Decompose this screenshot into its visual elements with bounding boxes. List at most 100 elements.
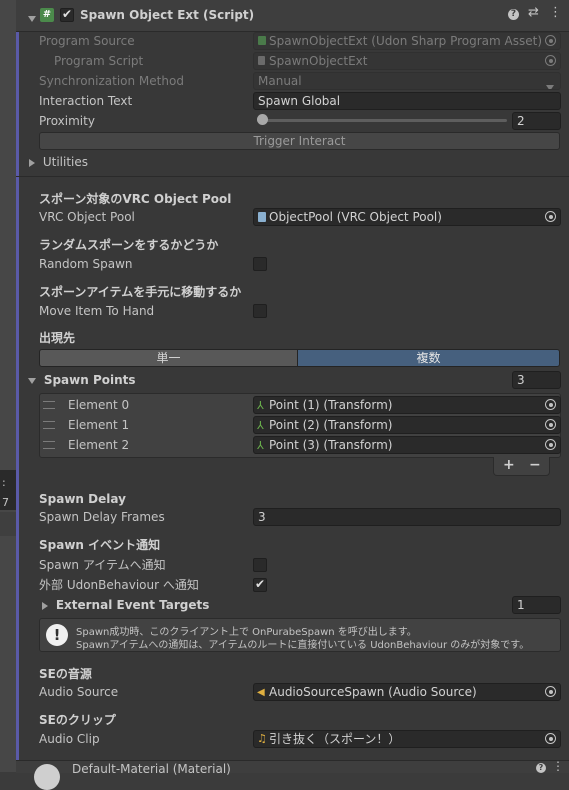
spawn-points-size-value: 3 [517,373,525,387]
program-source-label: Program Source [39,34,135,48]
info-icon: ! [46,624,68,646]
audio-clip-label: Audio Clip [39,732,100,746]
drag-handle-icon[interactable] [43,441,55,449]
element-2-label: Element 2 [68,438,130,452]
hand-heading: スポーンアイテムを手元に移動するか [39,285,242,299]
audio-source-label: Audio Source [39,685,119,699]
proximity-label: Proximity [39,114,95,128]
audio-clip-field[interactable]: ♫ 引き抜く（スポーン！） [253,730,561,748]
dropdown-arrow-icon [546,79,554,89]
element-1-field[interactable]: ⅄ Point (2) (Transform) [253,416,561,434]
object-pool-icon [258,212,266,222]
spawn-points-foldout[interactable]: Spawn Points [28,370,136,390]
audio-source-heading: SEの音源 [39,667,92,681]
drag-handle-icon[interactable] [43,421,55,429]
random-spawn-checkbox[interactable] [253,257,267,271]
object-picker-icon[interactable] [545,419,557,431]
trigger-interact-button[interactable]: Trigger Interact [39,132,560,150]
element-1-label: Element 1 [68,418,130,432]
transform-icon: ⅄ [257,439,264,452]
component-header[interactable]: # ✔ Spawn Object Ext (Script) ? ⇄ ⋮ [16,0,569,32]
sync-method-dropdown[interactable]: Manual [253,72,561,90]
utilities-foldout[interactable]: Utilities [29,152,88,172]
spawn-delay-heading: Spawn Delay [39,492,126,506]
element-1-value: Point (2) (Transform) [269,418,393,432]
remove-element-button[interactable]: − [529,457,541,473]
object-picker-icon[interactable] [545,55,557,67]
drag-handle-icon[interactable] [43,401,55,409]
program-source-value: SpawnObjectExt (Udon Sharp Program Asset… [269,34,543,48]
separator [16,176,569,177]
interaction-text-label: Interaction Text [39,94,133,108]
udon-script-icon: # [40,8,54,22]
foldout-arrow-icon [42,601,48,610]
interaction-text-input[interactable]: Spawn Global [253,92,561,110]
sync-method-value: Manual [258,74,302,88]
adjacent-text-b: 7 [2,496,9,509]
program-source-field[interactable]: SpawnObjectExt (Udon Sharp Program Asset… [253,32,561,50]
external-targets-size-input[interactable]: 1 [512,596,561,614]
element-2-field[interactable]: ⅄ Point (3) (Transform) [253,436,561,454]
audio-source-icon: ◀ [257,687,265,698]
notify-external-checkbox[interactable]: ✔ [253,577,267,592]
spawn-delay-frames-label: Spawn Delay Frames [39,510,165,524]
context-menu-icon[interactable]: ⋮ [552,759,564,773]
proximity-slider-track[interactable] [257,119,507,122]
program-script-value: SpawnObjectExt [269,54,368,68]
preset-icon[interactable]: ⇄ [528,5,539,20]
element-0-field[interactable]: ⅄ Point (1) (Transform) [253,396,561,414]
spawn-points-size-input[interactable]: 3 [512,371,561,389]
proximity-value: 2 [517,114,525,128]
object-picker-icon[interactable] [545,439,557,451]
move-to-hand-label: Move Item To Hand [39,304,155,318]
foldout-arrow-icon [28,377,36,384]
context-menu-icon[interactable]: ⋮ [549,5,562,20]
external-targets-label: External Event Targets [55,598,210,612]
spawn-delay-frames-input[interactable]: 3 [253,508,561,526]
proximity-slider-thumb[interactable] [257,114,268,125]
audio-clip-heading: SEのクリップ [39,713,116,727]
spawn-delay-frames-value: 3 [258,510,266,524]
object-picker-icon[interactable] [545,733,557,745]
object-picker-icon[interactable] [545,211,557,223]
material-sphere-icon [34,764,60,790]
interaction-text-value: Spawn Global [258,94,341,108]
transform-icon: ⅄ [257,419,264,432]
audio-source-value: AudioSourceSpawn (Audio Source) [269,685,477,699]
move-to-hand-checkbox[interactable] [253,304,267,318]
list-footer: + − [493,457,550,476]
element-0-value: Point (1) (Transform) [269,398,393,412]
pool-heading: スポーン対象のVRC Object Pool [39,192,232,206]
add-element-button[interactable]: + [503,457,515,473]
proximity-input[interactable]: 2 [512,112,561,130]
object-picker-icon[interactable] [545,399,557,411]
vrc-object-pool-value: ObjectPool (VRC Object Pool) [269,210,442,224]
collapse-toggle-icon[interactable] [28,11,36,25]
notify-item-label: Spawn アイテムへ通知 [39,558,166,572]
program-script-label: Program Script [54,54,144,68]
utilities-label: Utilities [42,155,88,169]
spawn-target-multiple-button[interactable]: 複数 [297,349,560,367]
spawn-target-heading: 出現先 [39,331,76,345]
material-header[interactable]: Default-Material (Material) ? ⋮ [16,759,569,790]
adjacent-text-a: : [2,476,6,489]
help-icon[interactable]: ? [508,9,519,20]
audio-clip-icon: ♫ [257,732,267,745]
vrc-object-pool-field[interactable]: ObjectPool (VRC Object Pool) [253,208,561,226]
object-picker-icon[interactable] [545,686,557,698]
spawn-target-single-button[interactable]: 単一 [39,349,298,367]
spawn-points-label: Spawn Points [43,373,136,387]
program-script-field[interactable]: SpawnObjectExt [253,52,561,70]
notify-external-label: 外部 UdonBehaviour へ通知 [39,578,199,592]
component-title: Spawn Object Ext (Script) [80,8,255,22]
object-picker-icon[interactable] [545,35,557,47]
component-enabled-checkbox[interactable]: ✔ [60,7,74,22]
audio-clip-value: 引き抜く（スポーン！） [269,732,401,746]
external-targets-foldout[interactable]: External Event Targets [42,595,209,615]
element-2-value: Point (3) (Transform) [269,438,393,452]
random-spawn-label: Random Spawn [39,257,133,271]
audio-source-field[interactable]: ◀ AudioSourceSpawn (Audio Source) [253,683,561,701]
material-title: Default-Material (Material) [72,762,231,776]
random-heading: ランダムスポーンをするかどうか [39,238,219,252]
notify-item-checkbox[interactable] [253,558,267,572]
